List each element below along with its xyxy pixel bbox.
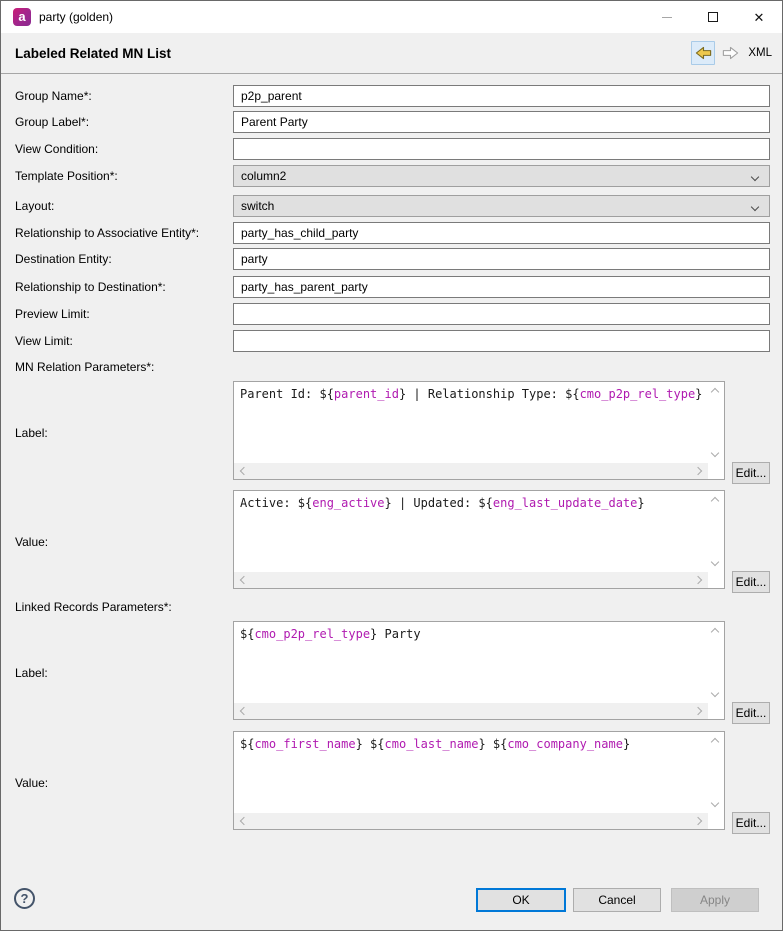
preview-limit-input[interactable] (233, 303, 770, 325)
vertical-scrollbar[interactable] (708, 382, 724, 463)
scroll-left-icon[interactable] (240, 707, 248, 715)
minimize-icon (662, 17, 672, 18)
field-label-layout: Layout: (15, 195, 54, 217)
edit-mn-value-button[interactable]: Edit... (732, 571, 770, 593)
scroll-right-icon[interactable] (694, 707, 702, 715)
chevron-down-icon (751, 173, 759, 181)
forward-arrow-icon (721, 45, 740, 61)
vertical-scrollbar[interactable] (708, 732, 724, 813)
scroll-right-icon[interactable] (694, 576, 702, 584)
code-text[interactable]: Active: ${eng_active} | Updated: ${eng_l… (234, 491, 708, 572)
vertical-scrollbar[interactable] (708, 622, 724, 703)
section-label-mn-relation-parameters: MN Relation Parameters*: (15, 359, 154, 375)
group-label-input[interactable] (233, 111, 770, 133)
scroll-up-icon[interactable] (711, 738, 719, 746)
code-text[interactable]: ${cmo_p2p_rel_type} Party (234, 622, 708, 703)
layout-select[interactable]: switch (233, 195, 770, 217)
scroll-right-icon[interactable] (694, 467, 702, 475)
edit-mn-label-button[interactable]: Edit... (732, 462, 770, 484)
apply-button[interactable]: Apply (671, 888, 759, 912)
field-label-group-name: Group Name*: (15, 85, 92, 107)
scroll-left-icon[interactable] (240, 817, 248, 825)
back-arrow-icon (694, 45, 713, 61)
help-button[interactable]: ? (14, 888, 35, 909)
view-condition-input[interactable] (233, 138, 770, 160)
horizontal-scrollbar[interactable] (234, 813, 708, 829)
relationship-destination-input[interactable] (233, 276, 770, 298)
template-position-value: column2 (241, 169, 286, 183)
field-label-preview-limit: Preview Limit: (15, 303, 90, 325)
chevron-down-icon (751, 203, 759, 211)
back-button[interactable] (691, 41, 715, 65)
xml-link[interactable]: XML (748, 47, 772, 59)
field-label-linked-value: Value: (15, 772, 48, 794)
scroll-down-icon[interactable] (711, 558, 719, 566)
scroll-down-icon[interactable] (711, 449, 719, 457)
horizontal-scrollbar[interactable] (234, 572, 708, 588)
cancel-button[interactable]: Cancel (573, 888, 661, 912)
linked-label-code-editor[interactable]: ${cmo_p2p_rel_type} Party (233, 621, 725, 720)
vertical-scrollbar[interactable] (708, 491, 724, 572)
forward-button[interactable] (718, 41, 742, 65)
field-label-destination-entity: Destination Entity: (15, 248, 112, 270)
field-label-view-limit: View Limit: (15, 330, 73, 352)
section-label-linked-records-parameters: Linked Records Parameters*: (15, 599, 172, 615)
window-controls: ✕ (644, 1, 782, 33)
maximize-icon (708, 12, 718, 22)
maximize-button[interactable] (690, 1, 736, 33)
scroll-up-icon[interactable] (711, 388, 719, 396)
field-label-mn-value: Value: (15, 531, 48, 553)
field-label-template-position: Template Position*: (15, 165, 118, 187)
view-limit-input[interactable] (233, 330, 770, 352)
header-nav: XML (691, 33, 772, 73)
dialog-header: Labeled Related MN List XML (1, 33, 782, 74)
field-label-rel-associative: Relationship to Associative Entity*: (15, 222, 199, 244)
scroll-left-icon[interactable] (240, 576, 248, 584)
ok-button[interactable]: OK (476, 888, 566, 912)
minimize-button[interactable] (644, 1, 690, 33)
layout-value: switch (241, 199, 274, 213)
page-title: Labeled Related MN List (15, 46, 171, 61)
close-icon: ✕ (754, 11, 765, 24)
scroll-down-icon[interactable] (711, 689, 719, 697)
group-name-input[interactable] (233, 85, 770, 107)
linked-value-code-editor[interactable]: ${cmo_first_name} ${cmo_last_name} ${cmo… (233, 731, 725, 830)
scroll-right-icon[interactable] (694, 817, 702, 825)
field-label-mn-label: Label: (15, 422, 48, 444)
field-label-view-condition: View Condition: (15, 138, 98, 160)
horizontal-scrollbar[interactable] (234, 463, 708, 479)
relationship-associative-input[interactable] (233, 222, 770, 244)
title-bar: a party (golden) ✕ (1, 1, 782, 33)
field-label-group-label: Group Label*: (15, 111, 89, 133)
edit-linked-label-button[interactable]: Edit... (732, 702, 770, 724)
template-position-select[interactable]: column2 (233, 165, 770, 187)
code-text[interactable]: ${cmo_first_name} ${cmo_last_name} ${cmo… (234, 732, 708, 813)
scroll-up-icon[interactable] (711, 497, 719, 505)
scroll-left-icon[interactable] (240, 467, 248, 475)
field-label-rel-destination: Relationship to Destination*: (15, 276, 166, 298)
window-title: party (golden) (39, 10, 113, 24)
scroll-up-icon[interactable] (711, 628, 719, 636)
app-icon: a (13, 8, 31, 26)
help-icon: ? (21, 891, 29, 906)
code-text[interactable]: Parent Id: ${parent_id} | Relationship T… (234, 382, 708, 463)
dialog-window: a party (golden) ✕ Labeled Related MN Li… (0, 0, 783, 931)
close-button[interactable]: ✕ (736, 1, 782, 33)
edit-linked-value-button[interactable]: Edit... (732, 812, 770, 834)
mn-label-code-editor[interactable]: Parent Id: ${parent_id} | Relationship T… (233, 381, 725, 480)
mn-value-code-editor[interactable]: Active: ${eng_active} | Updated: ${eng_l… (233, 490, 725, 589)
scroll-down-icon[interactable] (711, 799, 719, 807)
field-label-linked-label: Label: (15, 662, 48, 684)
destination-entity-input[interactable] (233, 248, 770, 270)
horizontal-scrollbar[interactable] (234, 703, 708, 719)
